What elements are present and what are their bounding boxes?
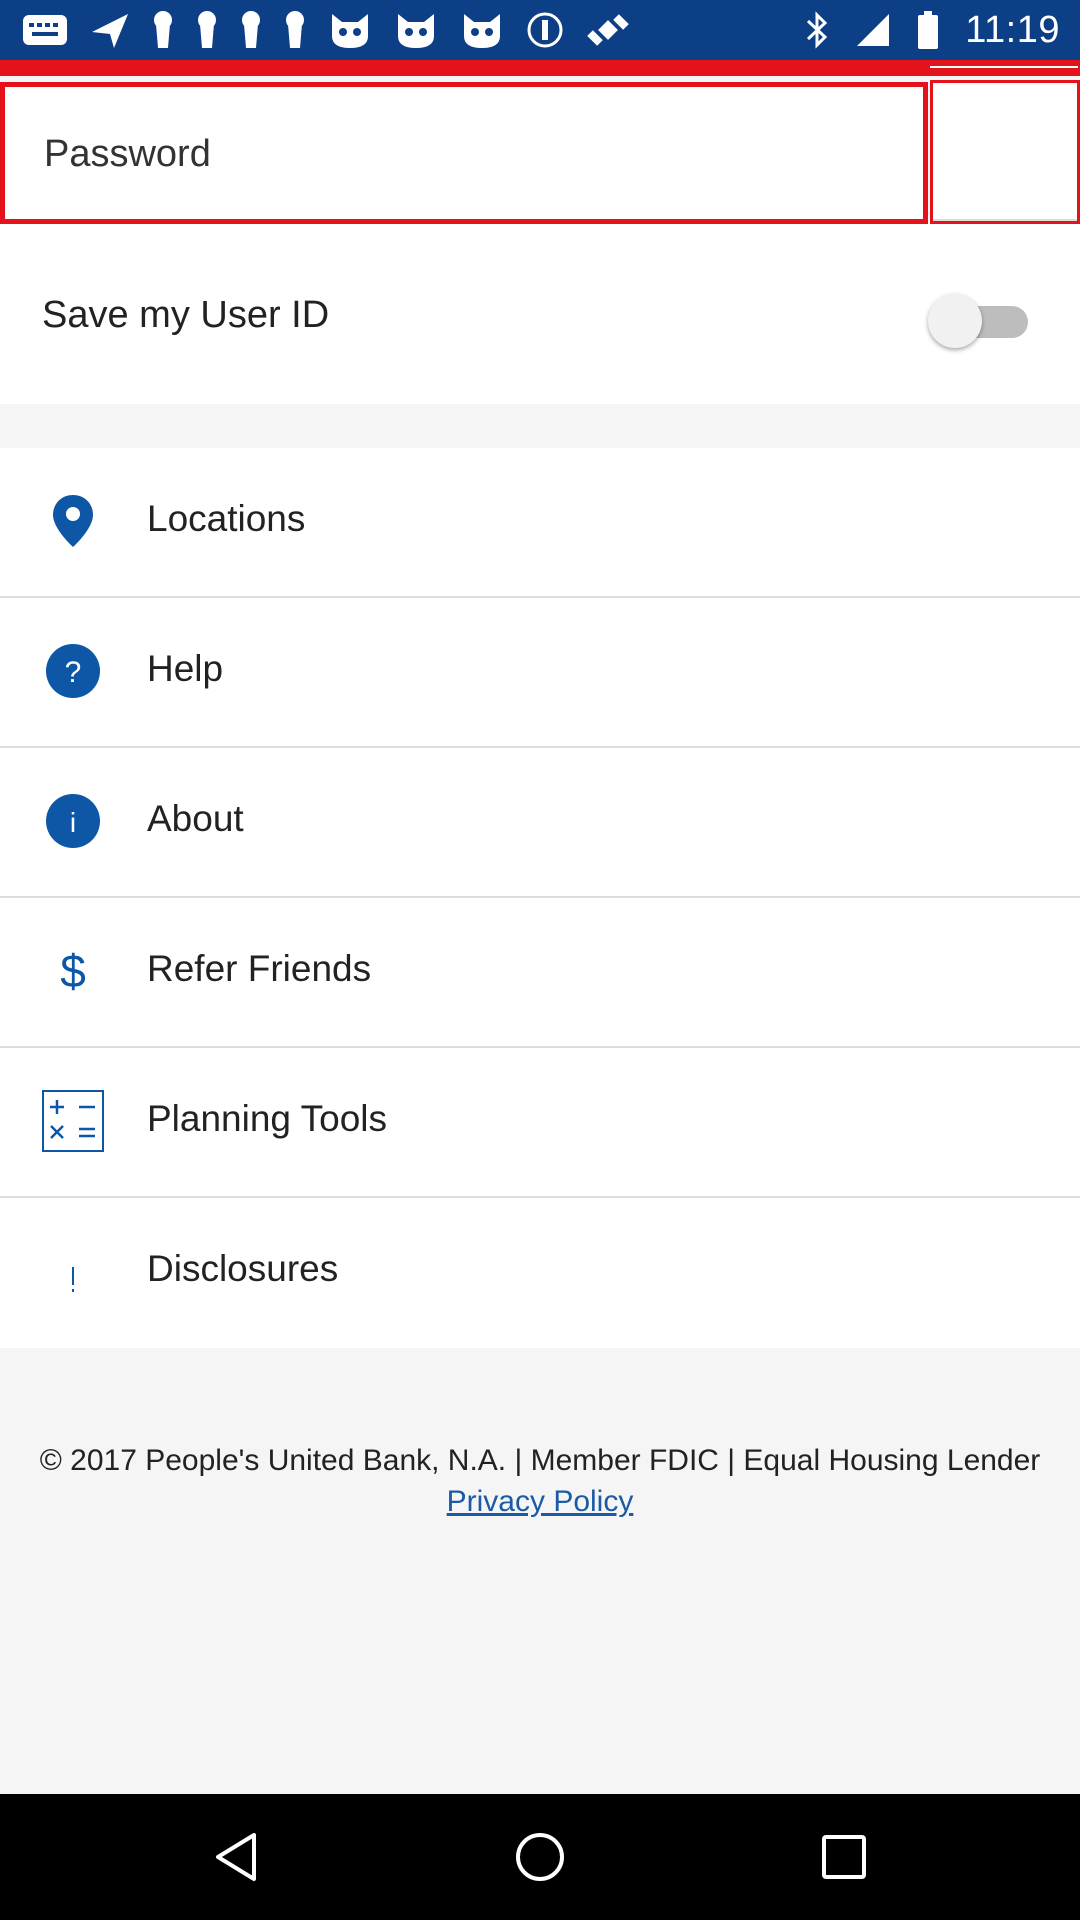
menu-item-label: Help xyxy=(147,648,224,689)
menu-item-label: Refer Friends xyxy=(147,948,372,989)
svg-text:i: i xyxy=(70,807,76,838)
menu-list: Locations ? Help i About $ Refer Friends… xyxy=(0,448,1080,1348)
fake-gps-satellite-icon xyxy=(586,8,630,52)
keyhole-icon xyxy=(284,10,306,50)
keyhole-icon xyxy=(152,10,174,50)
menu-item-locations[interactable]: Locations xyxy=(0,448,1080,598)
save-user-id-row: Save my User ID xyxy=(0,224,1080,404)
cat-icon xyxy=(394,10,438,50)
exclamation-icon xyxy=(40,1238,106,1304)
notification-icons xyxy=(22,8,630,52)
cat-icon xyxy=(328,10,372,50)
menu-item-refer-friends[interactable]: $ Refer Friends xyxy=(0,898,1080,1048)
navigation-icon xyxy=(90,10,130,50)
password-input[interactable] xyxy=(42,117,906,191)
system-icons: 11:19 xyxy=(805,8,1060,52)
signal-icon xyxy=(855,12,891,48)
status-bar: 11:19 xyxy=(0,0,1080,60)
save-user-id-toggle[interactable] xyxy=(928,294,1036,348)
svg-text:?: ? xyxy=(65,656,82,689)
dollar-icon: $ xyxy=(40,938,106,1004)
menu-item-planning-tools[interactable]: Planning Tools xyxy=(0,1048,1080,1198)
info-circle-icon xyxy=(526,11,564,49)
back-icon[interactable] xyxy=(206,1827,266,1887)
clock: 11:19 xyxy=(965,8,1060,51)
footer-text: © 2017 People's United Bank, N.A. | Memb… xyxy=(30,1440,1050,1522)
privacy-policy-link[interactable]: Privacy Policy xyxy=(447,1485,634,1518)
cat-icon xyxy=(460,10,504,50)
info-circle-icon: i xyxy=(40,788,106,854)
keyhole-icon xyxy=(240,10,262,50)
password-side-button[interactable] xyxy=(930,80,1080,224)
keyhole-icon xyxy=(196,10,218,50)
bluetooth-icon xyxy=(805,10,829,50)
battery-icon xyxy=(917,10,939,50)
location-pin-icon xyxy=(40,488,106,554)
calculator-icon xyxy=(40,1088,106,1154)
recents-icon[interactable] xyxy=(814,1827,874,1887)
toggle-thumb xyxy=(928,294,982,348)
menu-item-label: Locations xyxy=(147,498,306,539)
menu-item-help[interactable]: ? Help xyxy=(0,598,1080,748)
menu-item-disclosures[interactable]: Disclosures xyxy=(0,1198,1080,1348)
menu-item-label: About xyxy=(147,798,244,839)
menu-item-label: Planning Tools xyxy=(147,1098,387,1139)
menu-item-label: Disclosures xyxy=(147,1248,339,1289)
messages-icon xyxy=(22,14,68,46)
help-circle-icon: ? xyxy=(40,638,106,704)
svg-text:$: $ xyxy=(60,945,86,997)
navigation-bar xyxy=(0,1794,1080,1920)
header-accent-strip xyxy=(0,60,1080,76)
save-user-id-label: Save my User ID xyxy=(42,294,330,336)
menu-item-about[interactable]: i About xyxy=(0,748,1080,898)
copyright-text: © 2017 People's United Bank, N.A. | Memb… xyxy=(39,1444,1041,1477)
home-icon[interactable] xyxy=(510,1827,570,1887)
password-field-container xyxy=(0,82,928,224)
